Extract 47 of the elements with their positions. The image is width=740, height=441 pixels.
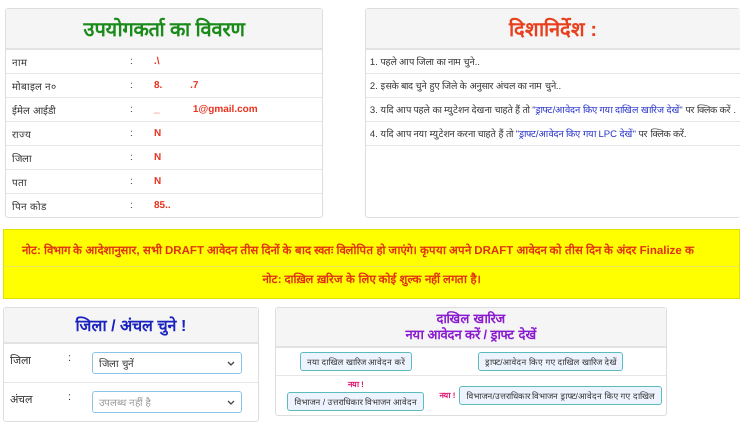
- action-button[interactable]: ड्राफ्ट/आवेदन किए गए दाखिल खारिज देखें: [478, 352, 624, 371]
- separator: :: [68, 391, 72, 403]
- field-value: N: [154, 128, 162, 139]
- field-label: अंचल: [10, 393, 34, 406]
- notice-text: नोट: दाख़िल ख़रिज के लिए कोई शुल्क नहीं लगता है।: [262, 274, 480, 286]
- field-value: 85..: [154, 200, 172, 211]
- separator: :: [130, 176, 134, 187]
- field-label: जिला: [10, 353, 32, 367]
- field-value: _ 1@gmail.com: [154, 104, 259, 115]
- chevron-down-icon: [227, 360, 235, 366]
- card-title: जिला / अंचल चुने !: [74, 315, 188, 338]
- guideline-link[interactable]: "ड्राफ्ट/आवेदन किए गया दाखिल खारिज देखें": [532, 105, 683, 116]
- field-label: नाम: [12, 56, 28, 68]
- new-label: नया !: [440, 390, 456, 400]
- guideline-text: 3. यदि आप पहले का म्युटेशन देखना चाहते हैं तो "ड्राफ्ट/आवेदन किए गया दाखिल खारिज देखें" पर क्लिक करें .: [370, 105, 736, 116]
- guideline-text: 1. पहले आप जिला का नाम चुने..: [370, 57, 480, 68]
- guideline-link[interactable]: "ड्राफ्ट/आवेदन किए गया LPC देखें": [516, 129, 636, 140]
- card-title: उपयोगकर्ता का विवरण: [83, 19, 244, 41]
- notice-text: नोट: विभाग के आदेशानुसार, सभी DRAFT आवेदन तीस दिनों के बाद स्वतः विलोपित हो जाएंगे। कृपया अपने DRAFT आवेदन को तीस दिन के अंदर Finalize क: [22, 245, 694, 257]
- separator: :: [130, 56, 134, 67]
- field-label: राज्य: [12, 128, 32, 140]
- new-label: नया !: [348, 380, 364, 390]
- field-value: .\: [154, 56, 161, 67]
- card-title: दाखिल खारिज: [435, 311, 507, 327]
- guideline-text: 4. यदि आप नया म्युटेशन करना चाहते हैं तो "ड्राफ्ट/आवेदन किए गया LPC देखें" पर क्लिक करें.: [370, 129, 687, 140]
- action-button[interactable]: विभाजन/उत्तराधिकार विभाजन ड्राफ्ट/आवेदन किए गए दाखिल: [459, 386, 662, 405]
- field-label: पिन कोड: [12, 200, 48, 212]
- field-label: पता: [12, 176, 28, 188]
- card-title: दिशानिर्देश :: [508, 19, 598, 41]
- separator: :: [130, 200, 134, 211]
- separator: :: [130, 152, 134, 163]
- separator: :: [130, 80, 134, 91]
- separator: :: [130, 104, 134, 115]
- dropdown[interactable]: जिला चुनें: [92, 352, 242, 374]
- field-value: 8. .7: [154, 80, 200, 91]
- action-button[interactable]: विभाजन / उत्तराधिकार विभाजन आवेदन: [287, 392, 424, 411]
- field-label: मोबाइल न०: [12, 80, 57, 92]
- field-value: N: [154, 176, 162, 187]
- field-value: N: [154, 152, 162, 163]
- chevron-down-icon: [227, 400, 235, 404]
- separator: :: [68, 352, 72, 364]
- guideline-text: 2. इसके बाद चुने हुए जिले के अनुसार अंचल का नाम चुने..: [370, 81, 562, 92]
- field-label: ईमेल आईडी: [12, 104, 57, 116]
- separator: :: [130, 128, 134, 139]
- action-button[interactable]: नया दाखिल खारिज आवेदन करें: [300, 352, 412, 371]
- card-title: नया आवेदन करें / ड्राफ्ट देखें: [404, 327, 538, 343]
- field-label: जिला: [12, 152, 33, 164]
